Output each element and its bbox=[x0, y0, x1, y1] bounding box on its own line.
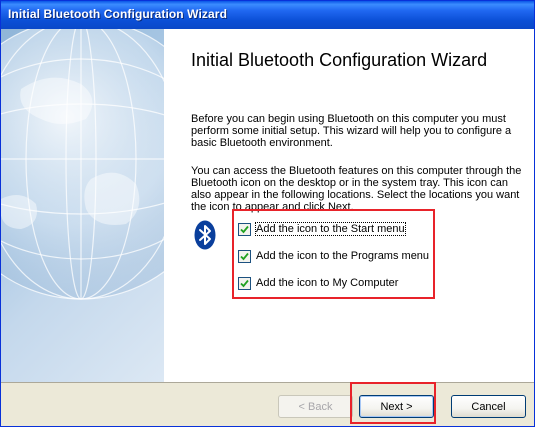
button-bar: < Back Next > Cancel bbox=[1, 382, 534, 426]
my-computer-checkbox[interactable] bbox=[238, 276, 251, 290]
cancel-button[interactable]: Cancel bbox=[451, 395, 526, 418]
next-highlight bbox=[350, 382, 436, 424]
programs-menu-label: Add the icon to the Programs menu bbox=[256, 250, 430, 262]
title-bar[interactable]: Initial Bluetooth Configuration Wizard bbox=[1, 1, 534, 29]
my-computer-option[interactable]: Add the icon to My Computer bbox=[238, 276, 398, 290]
cancel-button-label: Cancel bbox=[471, 400, 506, 413]
start-menu-checkbox[interactable] bbox=[238, 222, 251, 236]
programs-menu-checkbox[interactable] bbox=[238, 249, 251, 263]
wizard-heading: Initial Bluetooth Configuration Wizard bbox=[191, 50, 488, 70]
window-title: Initial Bluetooth Configuration Wizard bbox=[8, 7, 228, 21]
back-button-label: < Back bbox=[298, 400, 333, 413]
programs-menu-option[interactable]: Add the icon to the Programs menu bbox=[238, 249, 429, 263]
start-menu-option[interactable]: Add the icon to the Start menu bbox=[238, 222, 406, 236]
intro-paragraph: Before you can begin using Bluetooth on … bbox=[191, 113, 512, 149]
locations-paragraph: You can access the Bluetooth features on… bbox=[191, 165, 522, 213]
globe-banner bbox=[1, 29, 164, 382]
my-computer-label: Add the icon to My Computer bbox=[256, 277, 399, 289]
wizard-content: Initial Bluetooth Configuration Wizard B… bbox=[1, 29, 534, 382]
wizard-window: Initial Bluetooth Configuration Wizard I… bbox=[0, 0, 535, 427]
globe-icon bbox=[1, 29, 164, 300]
start-menu-label: Add the icon to the Start menu bbox=[255, 222, 406, 236]
bluetooth-icon bbox=[194, 220, 216, 250]
back-button[interactable]: < Back bbox=[278, 395, 353, 418]
